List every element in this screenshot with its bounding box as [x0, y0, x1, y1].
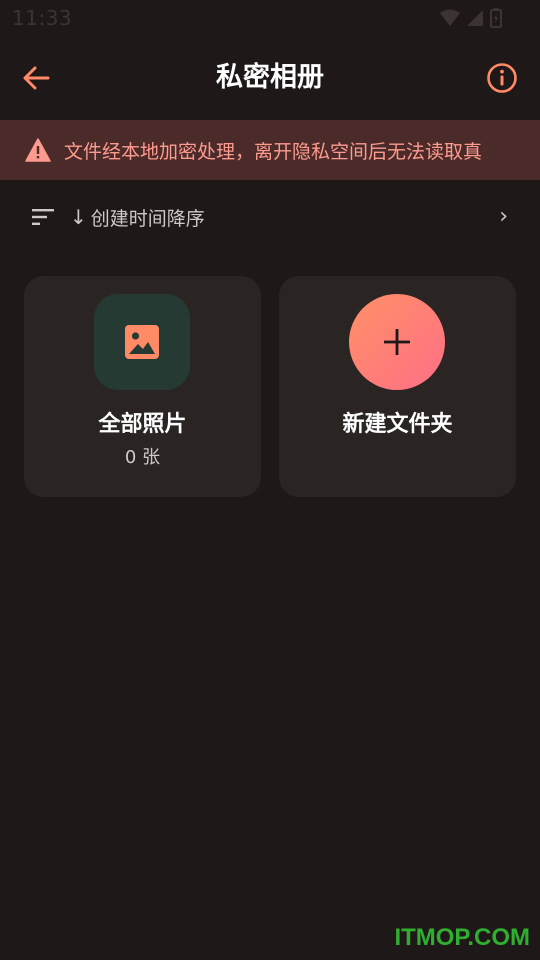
- new-folder-title: 新建文件夹: [342, 412, 453, 437]
- image-icon: [125, 325, 159, 359]
- album-thumbnail: [94, 294, 190, 390]
- app-bar: 私密相册: [0, 36, 540, 120]
- warning-banner: 文件经本地加密处理，离开隐私空间后无法读取真: [0, 120, 540, 180]
- new-folder-button[interactable]: [349, 294, 445, 390]
- album-card-all-photos[interactable]: 全部照片 0 张: [24, 276, 261, 497]
- signal-icon: [467, 10, 483, 26]
- chevron-right-icon: ›: [499, 204, 508, 229]
- sort-label: 创建时间降序: [90, 207, 205, 230]
- wifi-icon: [440, 9, 460, 26]
- new-folder-card[interactable]: 新建文件夹: [279, 276, 516, 497]
- battery-icon: [490, 8, 502, 28]
- sort-selector[interactable]: ↓ 创建时间降序 ›: [0, 190, 540, 244]
- watermark: ITMOP.COM: [394, 924, 530, 951]
- sort-direction-arrow: ↓: [70, 205, 87, 229]
- screen: 11:33 私密相册 文件经本地加密处理，离开隐私空间后无法读取真 ↓ 创建时间…: [0, 0, 540, 960]
- page-title: 私密相册: [216, 62, 324, 93]
- info-button[interactable]: [482, 58, 522, 98]
- status-time: 11:33: [12, 6, 73, 30]
- status-bar: 11:33: [0, 0, 540, 36]
- sort-lines-icon: [32, 208, 54, 226]
- warning-triangle-icon: [24, 137, 52, 163]
- status-icons: [440, 8, 502, 28]
- info-icon: [487, 63, 517, 93]
- plus-icon: [384, 329, 410, 355]
- warning-text: 文件经本地加密处理，离开隐私空间后无法读取真: [64, 140, 483, 163]
- album-count: 0 张: [124, 447, 161, 468]
- album-title: 全部照片: [98, 412, 187, 437]
